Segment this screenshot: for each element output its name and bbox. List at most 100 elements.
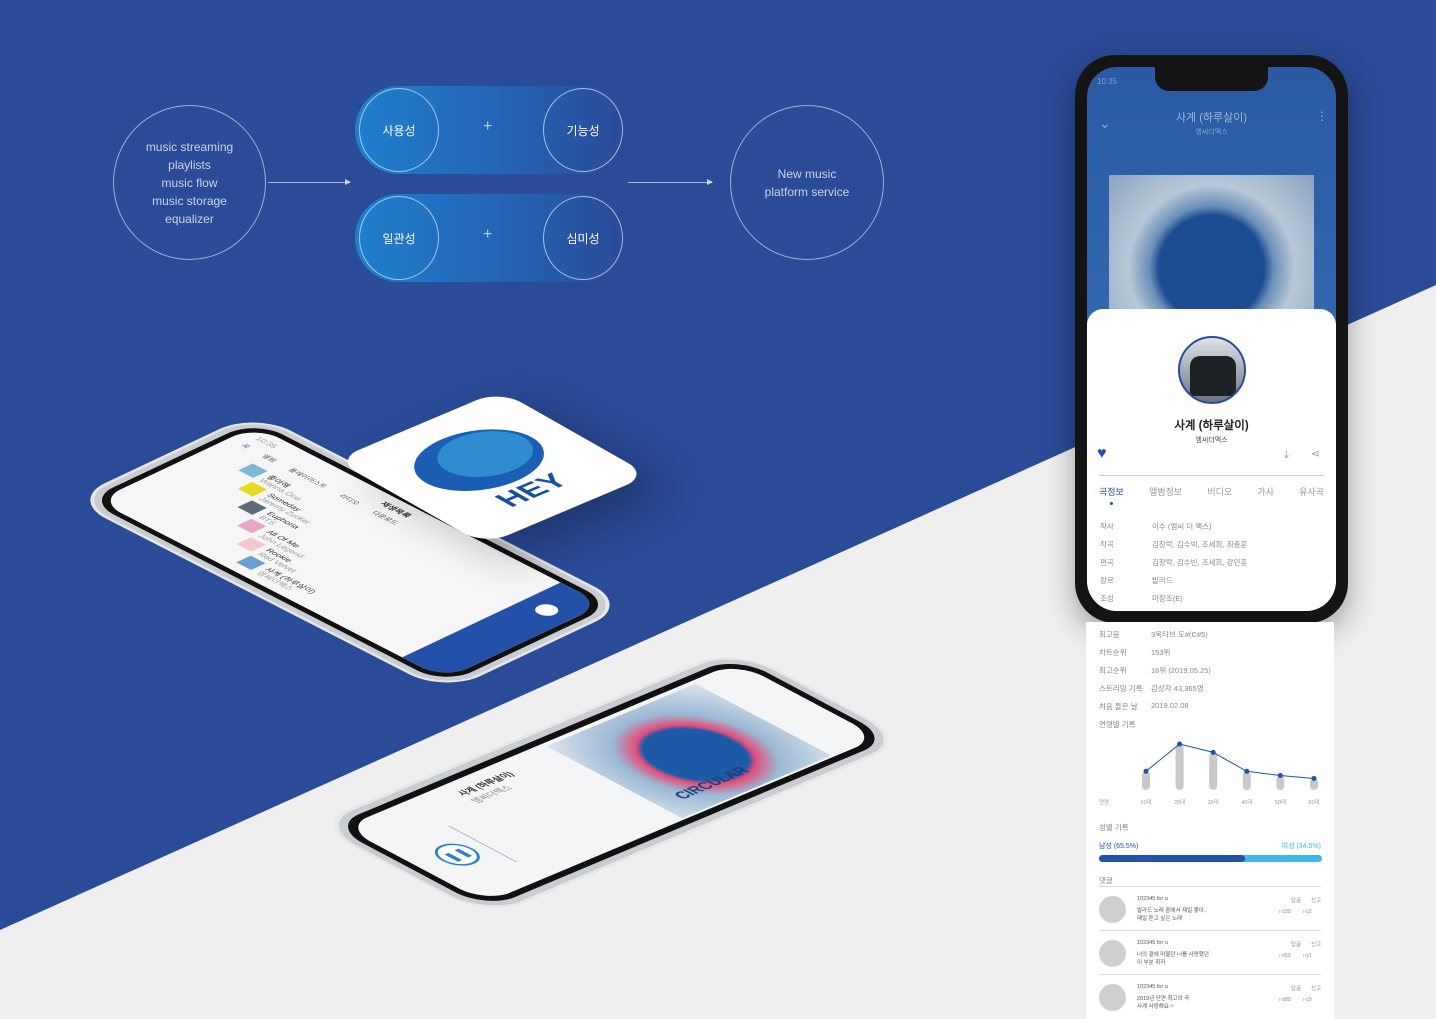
- artist-avatar: [1178, 336, 1246, 404]
- plus-sign: +: [483, 118, 493, 135]
- value-label: 일관성: [382, 231, 416, 246]
- tab-album-info[interactable]: 앨범정보: [1149, 485, 1182, 498]
- like-button[interactable]: 👍︎80: [1279, 997, 1291, 1003]
- info-key: 최고음: [1099, 630, 1120, 639]
- x-tick-label: 10대: [1140, 798, 1151, 806]
- x-tick-label: 60대: [1308, 798, 1319, 806]
- feature-label: playlists: [168, 157, 211, 172]
- song-detail-continued: 최고음 3옥타브 도#(C#5) 차트순위 153위 최고순위 16위 (2019.05.…: [1086, 622, 1334, 1019]
- info-key: 작곡: [1100, 540, 1114, 549]
- info-sheet: 사계 (하루살이) 엠씨더맥스 ♥ ⤓ ⋖ 곡정보 앨범정보 비디오 가사 유사…: [1087, 309, 1336, 611]
- x-axis-label: 연령: [1099, 798, 1109, 806]
- song-title: 사계 (하루살이): [1174, 420, 1249, 432]
- gender-chart-title: 성별 기록: [1099, 823, 1129, 832]
- tab-song-info[interactable]: 곡정보: [1099, 485, 1124, 498]
- dislike-count: 0: [1308, 997, 1312, 1003]
- info-row: 조성 마장조(E): [1100, 593, 1183, 604]
- values-pill-top: 사용성 + 기능성: [355, 86, 625, 174]
- header-title: 사계 (하루살이): [1175, 112, 1248, 124]
- male-bar-fill: [1099, 855, 1246, 862]
- report-button[interactable]: 신고: [1311, 940, 1321, 948]
- info-row: 작사 이수 (엠씨 더 맥스): [1100, 521, 1212, 532]
- result-circle: New music platform service: [730, 105, 884, 260]
- artist-name: 엠씨더맥스: [1195, 437, 1228, 444]
- tab[interactable]: 라디오: [336, 493, 363, 506]
- value-circle: 심미성: [543, 196, 623, 280]
- like-button[interactable]: 👍︎30: [1279, 909, 1291, 915]
- info-row: 장르 발라드: [1100, 575, 1173, 586]
- value-circle: 일관성: [359, 196, 439, 280]
- value-label: 기능성: [566, 123, 600, 138]
- download-icon[interactable]: ⤓: [1284, 449, 1289, 462]
- report-button[interactable]: 신고: [1311, 984, 1321, 992]
- value-circle: 사용성: [359, 88, 439, 172]
- phone-notch: [1155, 67, 1268, 91]
- commenter-avatar: [1099, 984, 1126, 1011]
- dislike-button[interactable]: 👎︎0: [1303, 997, 1312, 1003]
- like-count: 30: [1284, 909, 1291, 915]
- plus-sign: +: [483, 226, 493, 243]
- age-bar: [1209, 752, 1218, 790]
- info-key: 스트리밍 기록: [1099, 684, 1143, 693]
- age-bar: [1242, 771, 1251, 790]
- dislike-button[interactable]: 👎︎1: [1303, 953, 1312, 959]
- x-tick-label: 20대: [1174, 798, 1185, 806]
- comment-item: 102345 for u 발라드 노래 중에서 제일 좋아.. 매일 듣고 싶은…: [1099, 886, 1321, 930]
- song-thumbnail: [238, 463, 268, 478]
- info-row: 스트리밍 기록 감상자 43,365명: [1099, 683, 1204, 694]
- comment-text: 매일 듣고 싶은 노래: [1137, 916, 1183, 922]
- tab[interactable]: 플레이리스트: [285, 467, 330, 490]
- result-label: platform service: [764, 184, 850, 199]
- age-bar: [1175, 744, 1184, 790]
- info-key: 차트순위: [1099, 648, 1127, 657]
- like-button[interactable]: 👍︎53: [1279, 953, 1291, 959]
- dislike-count: 2: [1308, 909, 1312, 915]
- reply-button[interactable]: 답글: [1291, 984, 1301, 992]
- tab-lyrics[interactable]: 가사: [1257, 485, 1274, 498]
- info-value: 김창락, 김수빅, 조세희, 최충훈: [1152, 540, 1248, 549]
- info-value: 3옥타브 도#(C#5): [1151, 630, 1208, 639]
- info-row: 최고순위 16위 (2019.05.25): [1099, 665, 1211, 676]
- comment-user: 102345 for u: [1137, 984, 1168, 990]
- tab-video[interactable]: 비디오: [1207, 485, 1232, 498]
- divider: [1099, 475, 1324, 476]
- comments-title: 댓글: [1099, 876, 1113, 885]
- mini-player[interactable]: [402, 582, 604, 680]
- reply-button[interactable]: 답글: [1291, 940, 1301, 948]
- age-point: [1210, 749, 1216, 755]
- comment-item: 102345 for u 2019년 단연 최고의 곡 사계 사랑해요~! 답글…: [1099, 974, 1321, 1018]
- pause-button[interactable]: ❚❚: [425, 839, 490, 870]
- tab-similar[interactable]: 유사곡: [1299, 485, 1324, 498]
- comment-text: 2019년 단연 최고의 곡: [1137, 996, 1190, 1002]
- detail-tabs: 곡정보 앨범정보 비디오 가사 유사곡: [1099, 485, 1324, 498]
- info-row: 최고음 3옥타브 도#(C#5): [1099, 629, 1208, 640]
- share-icon[interactable]: ⋖: [1311, 447, 1320, 460]
- report-button[interactable]: 신고: [1311, 896, 1321, 904]
- pause-button[interactable]: [530, 601, 564, 619]
- features-circle: music streaming playlists music flow mus…: [113, 105, 266, 260]
- heart-icon[interactable]: ♥: [1097, 445, 1107, 463]
- reply-button[interactable]: 답글: [1291, 896, 1301, 904]
- age-bar: [1142, 771, 1150, 790]
- tab[interactable]: 곡: [238, 443, 253, 450]
- comment-text: 발라드 노래 중에서 제일 좋아..: [1137, 908, 1207, 914]
- info-value: 2019.02.08: [1151, 701, 1189, 710]
- feature-label: music flow: [161, 175, 218, 190]
- commenter-avatar: [1099, 896, 1126, 923]
- info-value: 김창락, 김수빈, 조세희, 강민훈: [1152, 558, 1248, 567]
- tab[interactable]: 앨범: [258, 453, 279, 463]
- arrow-right: [268, 179, 351, 185]
- more-icon[interactable]: ⋮: [1316, 109, 1328, 123]
- status-time: 10:35: [1097, 77, 1118, 86]
- info-key: 작사: [1100, 522, 1114, 531]
- comment-text: 너의 곁에 머물던 너를 사랑했던: [1137, 952, 1209, 958]
- info-row: 처음 들은 날 2019.02.08: [1099, 701, 1189, 712]
- info-key: 장르: [1100, 576, 1114, 585]
- male-ratio-label: 남성 (65.5%): [1099, 843, 1139, 850]
- album-art: [1109, 175, 1314, 325]
- value-label: 사용성: [382, 123, 416, 138]
- dislike-button[interactable]: 👎︎2: [1303, 909, 1312, 915]
- info-value: 감상자 43,365명: [1151, 684, 1204, 693]
- comment-text: 사계 사랑해요~!: [1137, 1004, 1174, 1010]
- comment-text: 이 부분 취저: [1137, 960, 1166, 966]
